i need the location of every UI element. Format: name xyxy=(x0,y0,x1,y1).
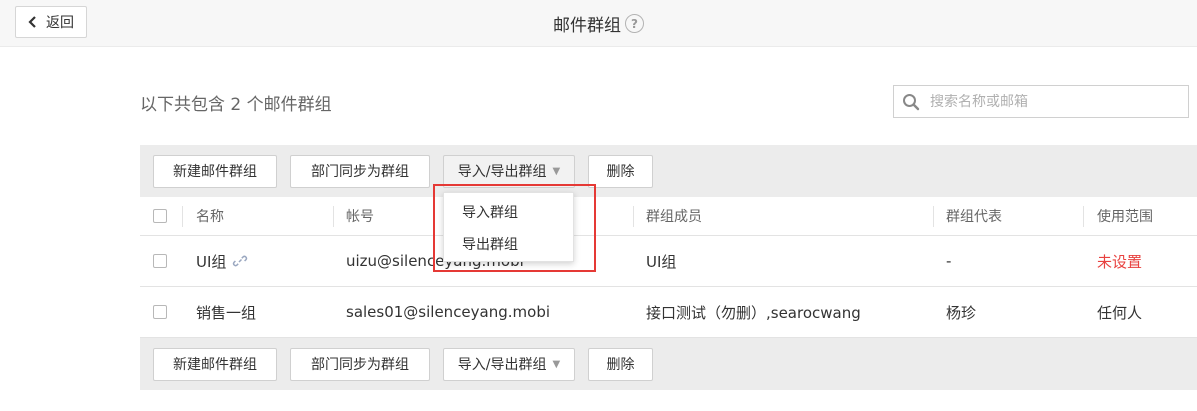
back-button[interactable]: 返回 xyxy=(15,6,87,38)
table-row[interactable]: UI组 uizu@silenceyang.mobi UI组 - 未设置 xyxy=(140,236,1197,287)
menu-item-export-group[interactable]: 导出群组 xyxy=(444,228,573,260)
column-divider xyxy=(933,206,934,227)
group-name[interactable]: 销售一组 xyxy=(196,302,256,323)
table-row[interactable]: 销售一组 sales01@silenceyang.mobi 接口测试（勿删）,s… xyxy=(140,287,1197,338)
search-box[interactable] xyxy=(893,85,1189,118)
rep-cell: 杨珍 xyxy=(946,303,977,322)
delete-button[interactable]: 删除 xyxy=(588,347,653,381)
search-input[interactable] xyxy=(930,93,1170,110)
chevron-left-icon xyxy=(28,16,36,28)
search-icon xyxy=(903,93,920,110)
dept-sync-button[interactable]: 部门同步为群组 xyxy=(290,154,430,188)
members-cell: 接口测试（勿删）,searocwang xyxy=(646,303,861,322)
page-title-area: 邮件群组 ? xyxy=(0,0,1197,47)
dept-sync-button[interactable]: 部门同步为群组 xyxy=(290,347,430,381)
link-icon[interactable] xyxy=(232,253,248,269)
import-export-dropdown: 导入群组 导出群组 xyxy=(443,192,574,262)
row-checkbox[interactable] xyxy=(153,305,167,319)
group-name[interactable]: UI组 xyxy=(196,251,226,272)
help-icon[interactable]: ? xyxy=(625,14,644,33)
row-select-cell xyxy=(153,236,167,286)
import-export-button[interactable]: 导入/导出群组 ▼ xyxy=(443,154,575,188)
members-cell: UI组 xyxy=(646,252,677,271)
select-all-cell xyxy=(153,197,167,235)
import-export-button[interactable]: 导入/导出群组 ▼ xyxy=(443,347,575,381)
column-header-scope: 使用范围 xyxy=(1097,209,1153,225)
import-export-label: 导入/导出群组 xyxy=(457,357,547,373)
column-divider xyxy=(633,206,634,227)
row-checkbox[interactable] xyxy=(153,254,167,268)
top-bar: 邮件群组 ? 返回 xyxy=(0,0,1197,47)
new-group-button[interactable]: 新建邮件群组 xyxy=(153,154,277,188)
scope-cell: 任何人 xyxy=(1097,303,1143,322)
column-header-name: 名称 xyxy=(196,209,224,225)
scope-cell[interactable]: 未设置 xyxy=(1097,236,1142,286)
table-header: 名称 帐号 群组成员 群组代表 使用范围 xyxy=(140,197,1197,236)
page-title: 邮件群组 xyxy=(553,16,621,36)
import-export-label: 导入/导出群组 xyxy=(457,164,547,180)
row-select-cell xyxy=(153,287,167,337)
group-count-summary: 以下共包含 2 个邮件群组 xyxy=(140,95,332,115)
rep-cell: - xyxy=(946,252,952,270)
caret-down-icon: ▼ xyxy=(552,165,561,177)
column-header-members: 群组成员 xyxy=(646,209,702,225)
back-button-label: 返回 xyxy=(46,15,74,31)
new-group-button[interactable]: 新建邮件群组 xyxy=(153,347,277,381)
caret-down-icon: ▼ xyxy=(552,358,561,370)
group-name-cell: 销售一组 xyxy=(196,287,256,337)
column-divider xyxy=(333,206,334,227)
column-header-account: 帐号 xyxy=(346,209,374,225)
toolbar-bottom: 新建邮件群组 部门同步为群组 导入/导出群组 ▼ 删除 xyxy=(140,338,1197,390)
menu-item-import-group[interactable]: 导入群组 xyxy=(444,196,573,228)
account-cell: sales01@silenceyang.mobi xyxy=(346,303,551,321)
column-divider xyxy=(182,206,183,227)
column-header-rep: 群组代表 xyxy=(946,209,1002,225)
toolbar-top: 新建邮件群组 部门同步为群组 导入/导出群组 ▼ 删除 xyxy=(140,145,1197,197)
delete-button[interactable]: 删除 xyxy=(588,154,653,188)
select-all-checkbox[interactable] xyxy=(153,209,167,223)
column-divider xyxy=(1083,206,1084,227)
group-name-cell: UI组 xyxy=(196,236,248,286)
